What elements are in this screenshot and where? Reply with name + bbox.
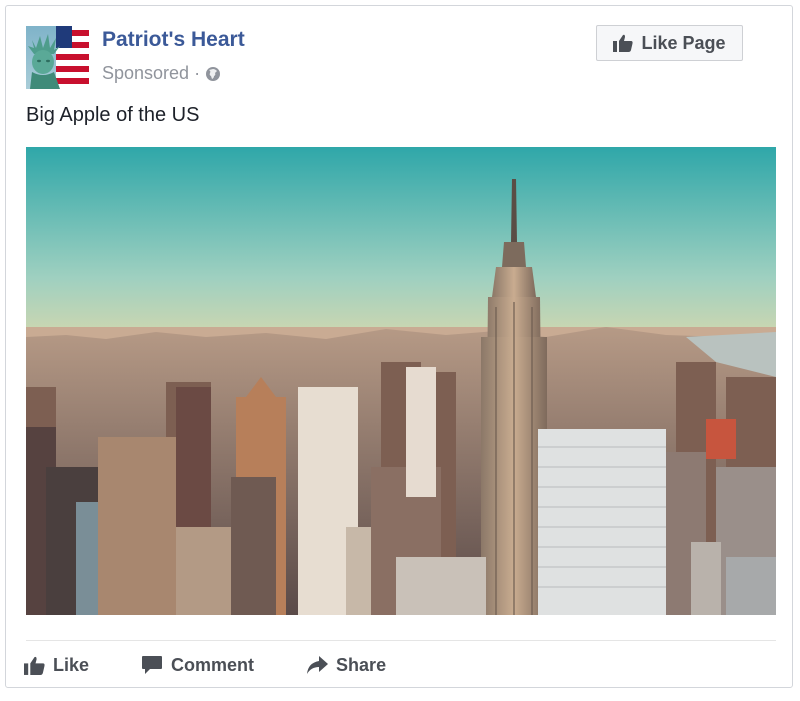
post-caption: Big Apple of the US [26, 104, 200, 126]
share-arrow-icon [307, 656, 329, 674]
statue-of-liberty-flag-icon [26, 26, 89, 89]
comment-action[interactable]: Comment [141, 655, 254, 676]
thumbs-up-icon [613, 34, 634, 52]
page-name-link[interactable]: Patriot's Heart [102, 28, 245, 52]
globe-icon[interactable] [205, 66, 221, 82]
like-page-button[interactable]: Like Page [596, 25, 743, 61]
share-label: Share [336, 654, 387, 675]
post-image[interactable] [26, 147, 776, 615]
post-meta: Sponsored · [102, 63, 221, 84]
sponsored-post-card: Patriot's Heart Sponsored · Like Page Bi… [5, 5, 793, 688]
thumbs-up-icon [24, 656, 45, 675]
like-action[interactable]: Like [24, 655, 89, 676]
comment-label: Comment [171, 654, 255, 675]
post-actions-bar: Like Comment Share [24, 650, 438, 680]
actions-divider [26, 640, 776, 641]
like-label: Like [53, 654, 90, 675]
page-avatar[interactable] [26, 26, 89, 89]
sponsored-label[interactable]: Sponsored [102, 63, 189, 84]
speech-bubble-icon [142, 656, 163, 674]
meta-separator: · [194, 63, 201, 83]
like-page-label: Like Page [641, 32, 726, 53]
share-action[interactable]: Share [306, 655, 386, 676]
